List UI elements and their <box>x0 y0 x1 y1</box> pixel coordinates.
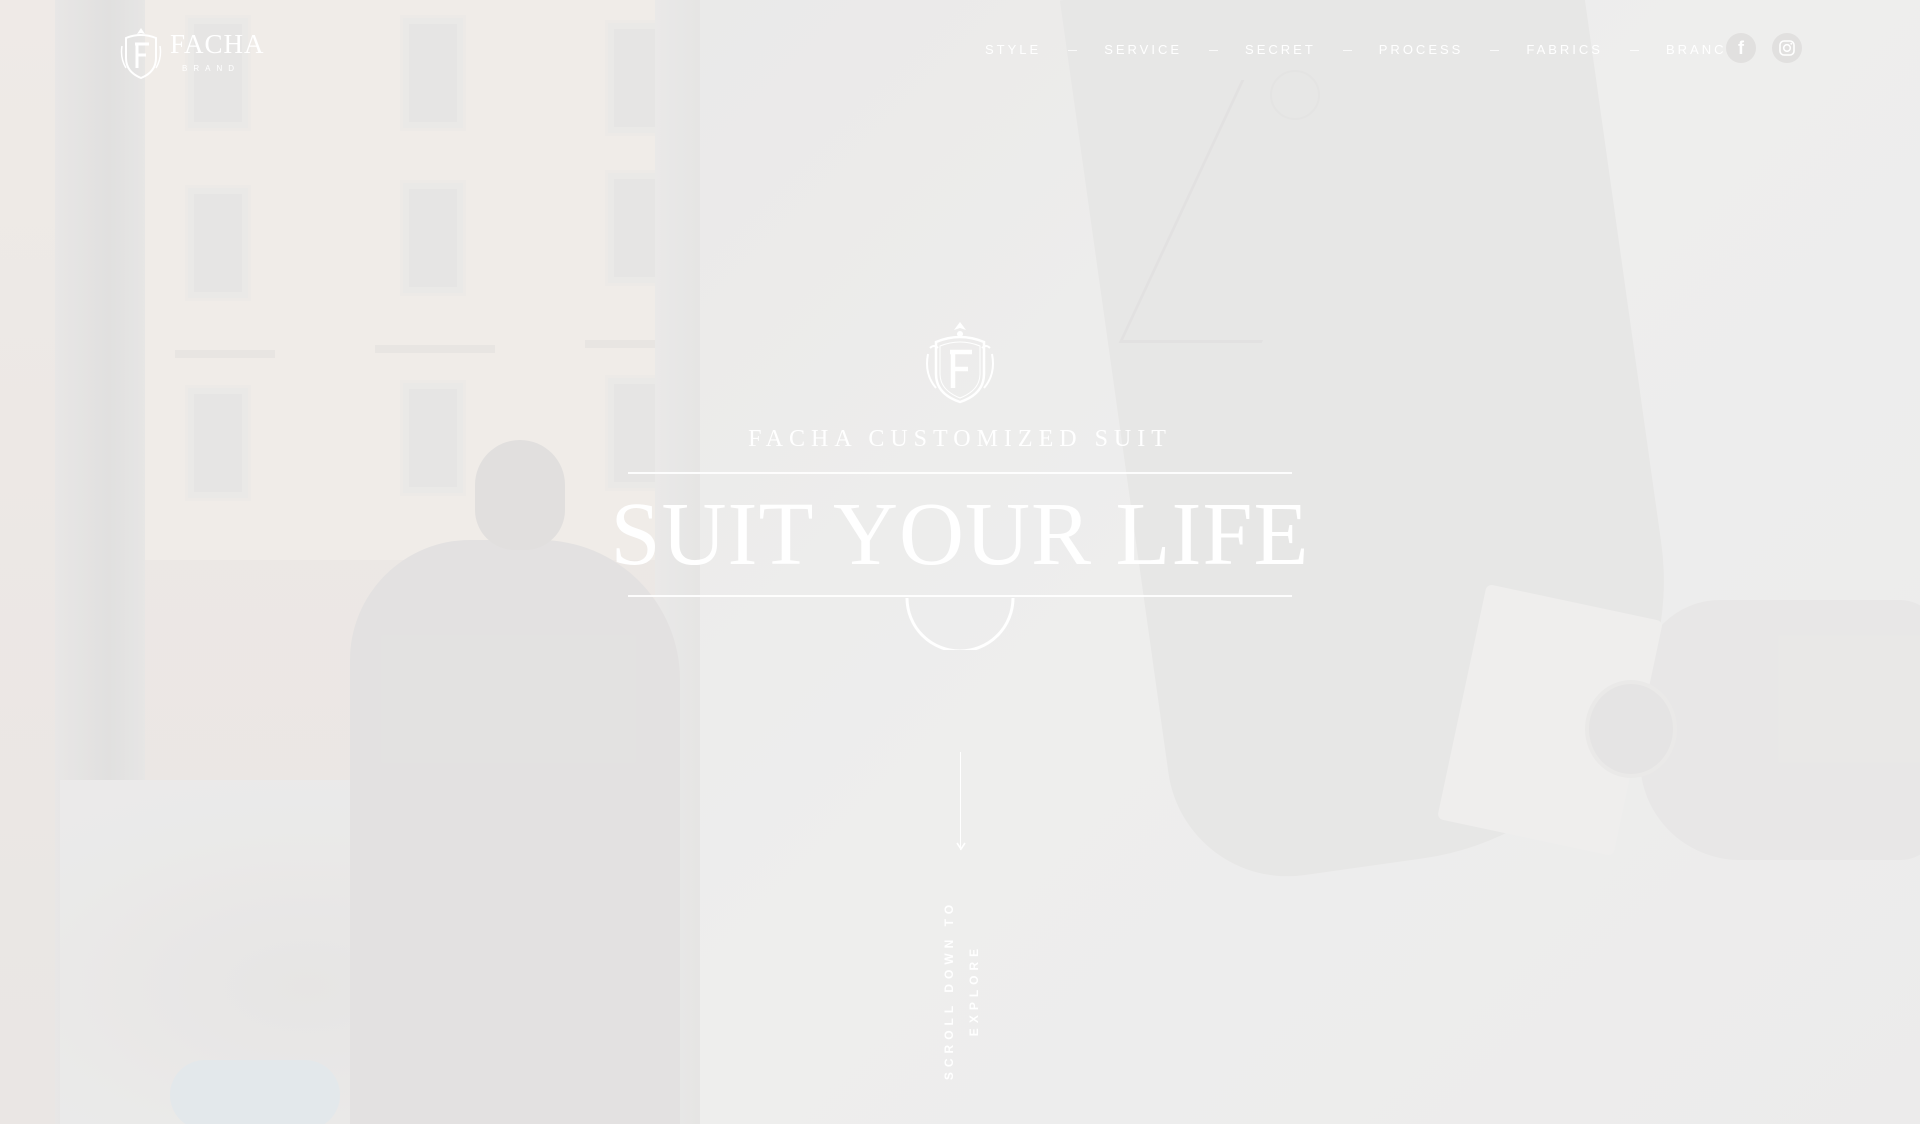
instagram-glyph <box>1779 40 1795 56</box>
nav-item-fabrics[interactable]: FABRICS <box>1526 38 1603 62</box>
instagram-icon[interactable] <box>1772 33 1802 63</box>
nav-separator <box>1342 49 1352 51</box>
nav-item-style[interactable]: STYLE <box>985 38 1041 62</box>
scroll-indicator-line <box>960 752 961 850</box>
nav-separator <box>1490 49 1500 51</box>
logo-name: FACHA <box>170 29 265 59</box>
facebook-icon[interactable]: f <box>1726 33 1756 63</box>
facebook-glyph: f <box>1738 37 1744 58</box>
logo-subtitle: BRAND <box>182 64 241 73</box>
hero-divider-bottom <box>628 595 1292 597</box>
crest-f-icon <box>120 28 162 80</box>
main-nav: STYLE SERVICE SECRET PROCESS FABRICS BRA… <box>985 38 1739 62</box>
nav-separator <box>1629 49 1639 51</box>
nav-separator <box>1068 49 1078 51</box>
hero-headline: SUIT YOUR LIFE <box>610 485 1310 584</box>
hero-tagline: FACHA CUSTOMIZED SUIT <box>748 426 1172 452</box>
nav-item-service[interactable]: SERVICE <box>1104 38 1182 62</box>
hero-divider-top <box>628 472 1292 474</box>
arrow-down-icon <box>956 842 966 851</box>
page: FACHA BRAND STYLE SERVICE SECRET PROCESS… <box>0 0 1920 1124</box>
nav-separator <box>1209 49 1219 51</box>
scroll-down-link[interactable]: SCROLL DOWN TO EXPLORE <box>937 895 987 1085</box>
nav-item-secret[interactable]: SECRET <box>1245 38 1316 62</box>
logo[interactable]: FACHA BRAND <box>118 22 268 82</box>
crest-f-icon <box>926 322 994 404</box>
nav-item-process[interactable]: PROCESS <box>1379 38 1464 62</box>
